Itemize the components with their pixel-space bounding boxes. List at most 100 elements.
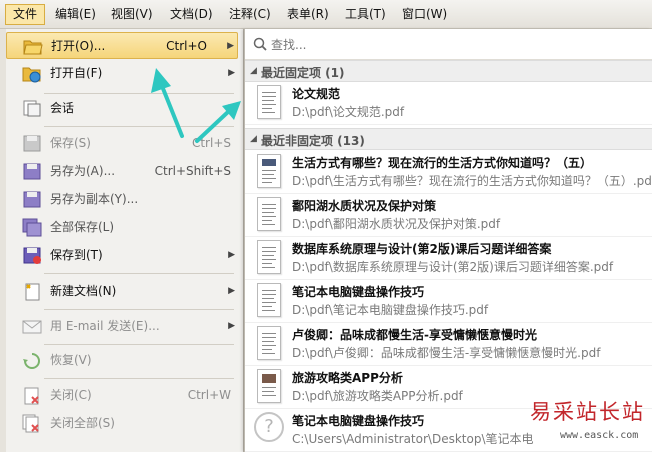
document-name: 论文规范	[292, 87, 341, 101]
submenu-arrow-icon: ▶	[227, 41, 234, 51]
submenu-arrow-icon: ▶	[228, 250, 235, 260]
document-path: D:\pdf\论文规范.pdf	[292, 105, 405, 119]
open-shortcut: Ctrl+O	[166, 39, 207, 53]
pinned-section-header[interactable]: ◢ 最近固定项 (1)	[245, 60, 652, 82]
menu-bar: 文件 编辑(E) 视图(V) 文档(D) 注释(C) 表单(R) 工具(T) 窗…	[0, 0, 652, 29]
menu-form[interactable]: 表单(R)	[287, 4, 329, 25]
recent-item[interactable]: 鄱阳湖水质状况及保护对策 D:\pdf\鄱阳湖水质状况及保护对策.pdf	[245, 194, 652, 237]
document-path: C:\Users\Administrator\Desktop\笔记本电	[292, 432, 534, 446]
email-icon	[22, 317, 42, 336]
menu-document[interactable]: 文档(D)	[170, 4, 213, 25]
new-document-icon	[22, 282, 42, 301]
watermark-url: www.easck.com	[560, 430, 639, 441]
menu-separator	[44, 309, 234, 310]
menu-separator	[44, 378, 234, 379]
document-path: D:\pdf\笔记本电脑键盘操作技巧.pdf	[292, 303, 489, 317]
save-as-icon	[22, 162, 42, 181]
menu-separator	[44, 344, 234, 345]
unpinned-section-header[interactable]: ◢ 最近非固定项 (13)	[245, 128, 652, 150]
document-name: 鄱阳湖水质状况及保护对策	[292, 199, 437, 213]
file-menu: 打开(O)... Ctrl+O ▶ 打开自(F) ▶ 会话 ▶ 保存(S) Ct…	[0, 29, 244, 452]
menu-tools[interactable]: 工具(T)	[345, 4, 386, 25]
save-as-label: 另存为(A)...	[50, 164, 116, 178]
pdf-thumbnail-icon	[257, 240, 281, 274]
search-icon	[253, 37, 267, 51]
open-from-globe-icon	[22, 64, 42, 83]
menu-separator	[44, 93, 234, 94]
menu-separator	[44, 126, 234, 127]
close-label: 关闭(C)	[50, 388, 92, 402]
menu-item-open-from[interactable]: 打开自(F) ▶	[6, 60, 238, 87]
menu-item-save-copy[interactable]: 另存为副本(Y)...	[6, 186, 238, 213]
document-path: D:\pdf\鄱阳湖水质状况及保护对策.pdf	[292, 217, 501, 231]
pdf-thumbnail-icon	[257, 85, 281, 119]
search-input[interactable]	[271, 35, 641, 54]
recent-documents-panel: ◢ 最近固定项 (1) 论文规范 D:\pdf\论文规范.pdf ◢ 最近非固定…	[244, 29, 652, 452]
collapse-triangle-icon: ◢	[250, 134, 257, 144]
menu-item-open[interactable]: 打开(O)... Ctrl+O ▶	[6, 32, 238, 59]
menu-item-revert[interactable]: 恢复(V)	[6, 347, 238, 374]
close-doc-icon	[22, 386, 42, 405]
recent-item[interactable]: 生活方式有哪些？现在流行的生活方式你知道吗？（五） D:\pdf\生活方式有哪些…	[245, 151, 652, 194]
email-label: 用 E-mail 发送(E)...	[50, 319, 160, 333]
new-document-label: 新建文档(N)	[50, 284, 117, 298]
menu-view[interactable]: 视图(V)	[111, 4, 153, 25]
save-copy-label: 另存为副本(Y)...	[50, 192, 139, 206]
search-bar	[245, 29, 652, 60]
document-name: 数据库系统原理与设计(第2版)课后习题详细答案	[292, 242, 552, 256]
open-label: 打开(O)...	[51, 39, 106, 53]
pinned-header-label: 最近固定项 (1)	[261, 66, 345, 80]
menu-comment[interactable]: 注释(C)	[229, 4, 271, 25]
unpinned-header-label: 最近非固定项 (13)	[261, 134, 365, 148]
pdf-thumbnail-icon	[257, 197, 281, 231]
submenu-arrow-icon: ▶	[228, 103, 235, 113]
close-shortcut: Ctrl+W	[187, 388, 231, 402]
open-folder-icon	[23, 37, 43, 56]
pdf-thumbnail-icon	[257, 283, 281, 317]
menu-separator	[44, 273, 234, 274]
close-all-label: 关闭全部(S)	[50, 416, 115, 430]
save-to-icon	[22, 246, 42, 265]
recent-item[interactable]: 笔记本电脑键盘操作技巧 D:\pdf\笔记本电脑键盘操作技巧.pdf	[245, 280, 652, 323]
document-name: 卢俊卿：品味成都慢生活-享受慵懒惬意慢时光	[292, 328, 537, 342]
document-name: 旅游攻略类APP分析	[292, 371, 403, 385]
save-label: 保存(S)	[50, 136, 91, 150]
submenu-arrow-icon: ▶	[228, 321, 235, 331]
recent-item-pinned[interactable]: 论文规范 D:\pdf\论文规范.pdf	[245, 82, 652, 125]
submenu-arrow-icon: ▶	[228, 286, 235, 296]
revert-label: 恢复(V)	[50, 353, 92, 367]
document-name: 笔记本电脑键盘操作技巧	[292, 414, 425, 428]
menu-item-save[interactable]: 保存(S) Ctrl+S	[6, 130, 238, 157]
menu-item-new-document[interactable]: 新建文档(N) ▶	[6, 278, 238, 305]
document-path: D:\pdf\旅游攻略类APP分析.pdf	[292, 389, 463, 403]
save-as-shortcut: Ctrl+Shift+S	[154, 164, 231, 178]
document-name: 笔记本电脑键盘操作技巧	[292, 285, 425, 299]
save-all-label: 全部保存(L)	[50, 220, 115, 234]
menu-window[interactable]: 窗口(W)	[402, 4, 447, 25]
session-icon	[22, 99, 42, 118]
pdf-thumbnail-icon	[257, 154, 281, 188]
pdf-thumbnail-icon	[257, 326, 281, 360]
menu-item-save-to[interactable]: 保存到(T) ▶	[6, 242, 238, 269]
document-path: D:\pdf\卢俊卿：品味成都慢生活-享受慵懒惬意慢时光.pdf	[292, 346, 601, 360]
menu-file[interactable]: 文件	[5, 4, 45, 25]
document-path: D:\pdf\生活方式有哪些？现在流行的生活方式你知道吗？（五）.pdf	[292, 174, 652, 188]
save-shortcut: Ctrl+S	[191, 136, 231, 150]
menu-item-save-as[interactable]: 另存为(A)... Ctrl+Shift+S	[6, 158, 238, 185]
menu-edit[interactable]: 编辑(E)	[55, 4, 96, 25]
open-from-label: 打开自(F)	[50, 66, 103, 80]
recent-item[interactable]: 卢俊卿：品味成都慢生活-享受慵懒惬意慢时光 D:\pdf\卢俊卿：品味成都慢生活…	[245, 323, 652, 366]
menu-item-email[interactable]: 用 E-mail 发送(E)... ▶	[6, 313, 238, 340]
menu-item-close-all[interactable]: 关闭全部(S)	[6, 410, 238, 437]
collapse-triangle-icon: ◢	[250, 66, 257, 76]
watermark-logo: 易采站长站	[530, 400, 645, 424]
save-all-icon	[22, 218, 42, 237]
revert-icon	[22, 351, 42, 370]
menu-item-session[interactable]: 会话 ▶	[6, 95, 238, 122]
menu-item-save-all[interactable]: 全部保存(L)	[6, 214, 238, 241]
recent-item[interactable]: 数据库系统原理与设计(第2版)课后习题详细答案 D:\pdf\数据库系统原理与设…	[245, 237, 652, 280]
save-copy-icon	[22, 190, 42, 209]
close-all-icon	[22, 414, 42, 433]
pdf-thumbnail-icon	[257, 369, 281, 403]
menu-item-close[interactable]: 关闭(C) Ctrl+W	[6, 382, 238, 409]
